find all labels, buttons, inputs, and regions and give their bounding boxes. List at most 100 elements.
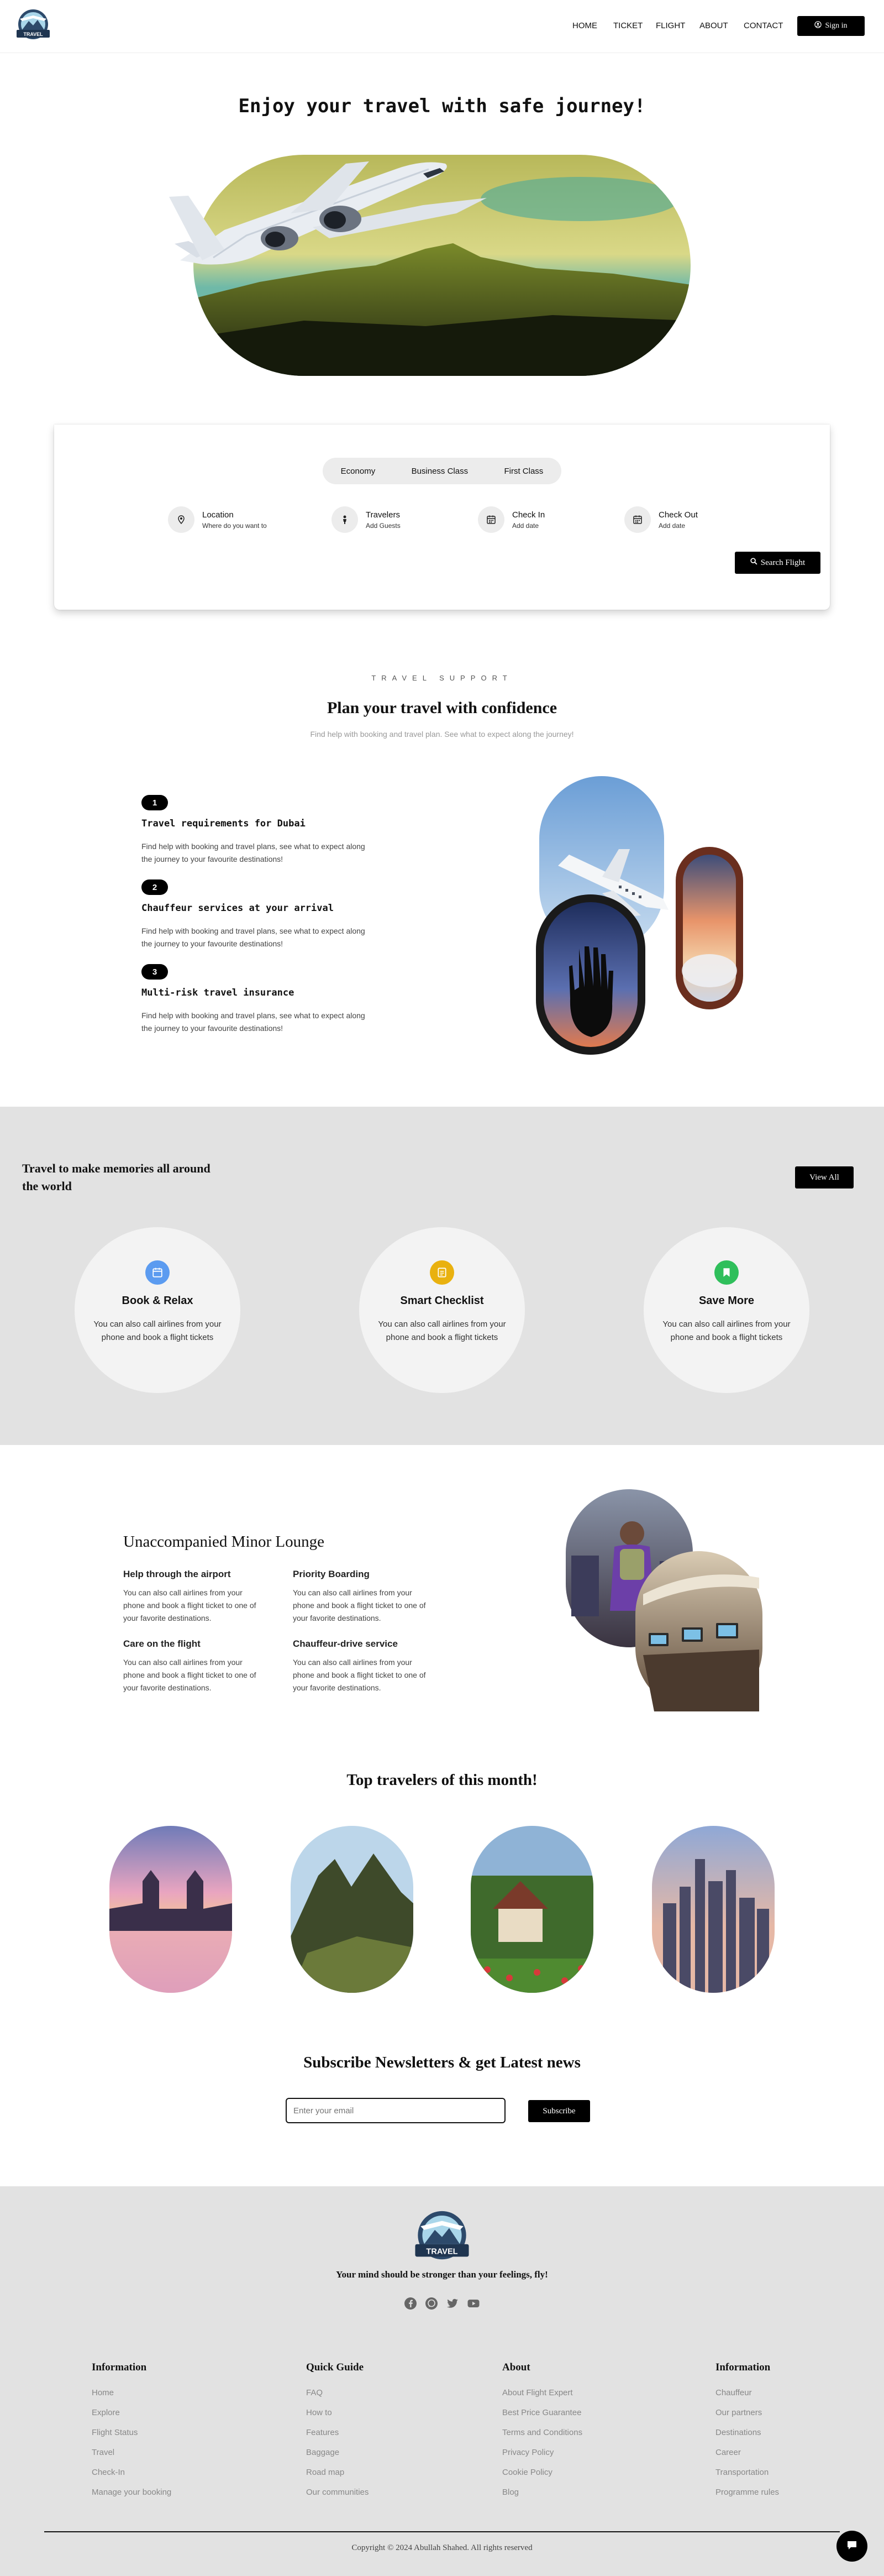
page: TRAVEL HOME TICKET FLIGHT ABOUT CONTACT … <box>0 0 884 2576</box>
footer-column-title: About <box>502 2362 530 2373</box>
tab-economy[interactable]: Economy <box>341 467 376 476</box>
footer-divider <box>44 2531 840 2532</box>
feature-text: You can also call airlines from your pho… <box>378 1320 506 1342</box>
window-collage-image <box>536 772 746 1059</box>
location-sub: Where do you want to <box>202 521 267 530</box>
whatsapp-icon[interactable] <box>424 2296 439 2311</box>
check-out-sub: Add date <box>659 521 686 530</box>
check-in-sub: Add date <box>512 521 539 530</box>
search-flight-button[interactable]: Search Flight <box>735 552 820 574</box>
check-in-label: Check In <box>512 510 545 520</box>
footer-link[interactable]: Blog <box>502 2488 519 2497</box>
footer-link[interactable]: Our partners <box>715 2408 762 2417</box>
email-input[interactable] <box>286 2098 506 2123</box>
footer-link[interactable]: About Flight Expert <box>502 2388 573 2397</box>
nav-contact[interactable]: CONTACT <box>744 21 783 30</box>
footer-tagline: Your mind should be stronger than your f… <box>336 2269 548 2280</box>
travelers-field[interactable]: Travelers Add Guests <box>332 506 401 533</box>
feature-title: Smart Checklist <box>400 1295 484 1307</box>
lounge-item-text: You can also call airlines from your pho… <box>293 1658 426 1692</box>
lounge-title: Unaccompanied Minor Lounge <box>123 1533 325 1551</box>
footer-link[interactable]: Features <box>306 2428 339 2437</box>
search-icon <box>750 558 757 568</box>
footer-link[interactable]: Home <box>92 2388 114 2397</box>
location-field[interactable]: Location Where do you want to <box>168 506 267 533</box>
step-title: Travel requirements for Dubai <box>141 818 306 829</box>
nav-home[interactable]: HOME <box>572 21 597 30</box>
travelers-label: Travelers <box>366 510 400 520</box>
footer-link[interactable]: Check-In <box>92 2468 125 2477</box>
footer-column-title: Information <box>715 2362 771 2373</box>
footer-link[interactable]: Explore <box>92 2408 120 2417</box>
travelers-title: Top travelers of this month! <box>346 1771 538 1789</box>
twitter-icon[interactable] <box>445 2296 460 2311</box>
footer-link[interactable]: Destinations <box>715 2428 761 2437</box>
booking-panel: Economy Business Class First Class Locat… <box>54 425 830 610</box>
calendar-icon <box>145 1260 170 1285</box>
check-out-field[interactable]: Check Out Add date <box>624 506 698 533</box>
checklist-icon <box>430 1260 454 1285</box>
footer-link[interactable]: Road map <box>306 2468 344 2477</box>
memories-title: Travel to make memories all around the w… <box>22 1161 211 1193</box>
footer-link[interactable]: Chauffeur <box>715 2388 752 2397</box>
footer-link[interactable]: Cookie Policy <box>502 2468 552 2477</box>
calendar-icon <box>624 506 651 533</box>
footer-column-title: Information <box>92 2362 147 2373</box>
step-text: Find help with booking and travel plans,… <box>141 926 365 948</box>
search-flight-label: Search Flight <box>760 558 806 567</box>
traveler-photo-london[interactable] <box>109 1826 232 1993</box>
copyright: Copyright © 2024 Abullah Shahed. All rig… <box>351 2543 533 2552</box>
location-pin-icon <box>168 506 194 533</box>
footer-logo[interactable]: TRAVEL <box>404 2208 480 2269</box>
sign-in-button[interactable]: Sign in <box>797 16 865 36</box>
footer-link[interactable]: Career <box>715 2448 741 2457</box>
nav-about[interactable]: ABOUT <box>699 21 728 30</box>
traveler-photo-machu-picchu[interactable] <box>291 1826 413 1993</box>
feature-card: Smart Checklist You can also call airlin… <box>359 1227 525 1393</box>
support-title: Plan your travel with confidence <box>327 699 557 717</box>
lounge-item-title: Chauffeur-drive service <box>293 1638 398 1649</box>
footer-link[interactable]: Travel <box>92 2448 114 2457</box>
youtube-icon[interactable] <box>466 2296 481 2311</box>
header: TRAVEL HOME TICKET FLIGHT ABOUT CONTACT … <box>0 0 884 53</box>
footer-link[interactable]: Privacy Policy <box>502 2448 554 2457</box>
facebook-icon[interactable] <box>403 2296 418 2311</box>
memories-section: Travel to make memories all around the w… <box>0 1107 884 1445</box>
location-label: Location <box>202 510 234 520</box>
sign-in-label: Sign in <box>825 22 848 30</box>
feature-card: Book & Relax You can also call airlines … <box>75 1227 240 1393</box>
chat-bubble-icon <box>845 2538 859 2554</box>
nav-ticket[interactable]: TICKET <box>613 21 643 30</box>
footer-link[interactable]: Transportation <box>715 2468 769 2477</box>
support-kicker: TRAVEL SUPPORT <box>371 674 513 682</box>
step-text: Find help with booking and travel plans,… <box>141 842 365 863</box>
step-title: Multi-risk travel insurance <box>141 987 294 998</box>
footer-link[interactable]: Programme rules <box>715 2488 779 2497</box>
footer-link[interactable]: Baggage <box>306 2448 339 2457</box>
footer-link[interactable]: Flight Status <box>92 2428 138 2437</box>
step-number: 1 <box>141 795 168 810</box>
footer-link[interactable]: FAQ <box>306 2388 323 2397</box>
footer-link[interactable]: Terms and Conditions <box>502 2428 582 2437</box>
footer-link[interactable]: Manage your booking <box>92 2488 171 2497</box>
lounge-item-text: You can also call airlines from your pho… <box>293 1588 426 1622</box>
step-title: Chauffeur services at your arrival <box>141 903 334 914</box>
check-in-field[interactable]: Check In Add date <box>478 506 545 533</box>
step-text: Find help with booking and travel plans,… <box>141 1011 365 1033</box>
view-all-button[interactable]: View All <box>795 1166 854 1188</box>
footer: TRAVEL Your mind should be stronger than… <box>0 2186 884 2576</box>
subscribe-button[interactable]: Subscribe <box>528 2100 590 2122</box>
footer-link[interactable]: How to <box>306 2408 332 2417</box>
chat-button[interactable] <box>836 2531 867 2562</box>
footer-link[interactable]: Our communities <box>306 2488 369 2497</box>
nav-flight[interactable]: FLIGHT <box>656 21 685 30</box>
footer-link[interactable]: Best Price Guarantee <box>502 2408 581 2417</box>
traveler-photo-village[interactable] <box>471 1826 593 1993</box>
traveler-photo-city[interactable] <box>652 1826 775 1993</box>
step-number: 2 <box>141 879 168 895</box>
site-logo[interactable]: TRAVEL <box>11 8 55 45</box>
person-icon <box>332 506 358 533</box>
tab-business-class[interactable]: Business Class <box>412 467 469 476</box>
tab-first-class[interactable]: First Class <box>504 467 543 476</box>
user-circle-icon <box>814 21 822 31</box>
